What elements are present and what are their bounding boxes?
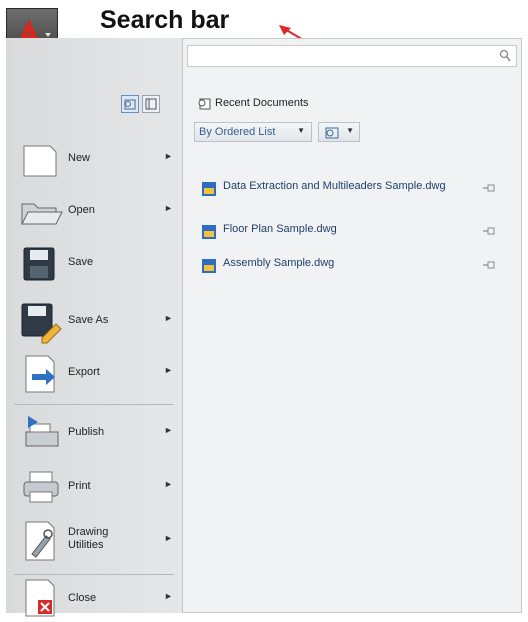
- menu-item-label: Export: [68, 366, 100, 378]
- open-folder-icon: [21, 203, 63, 225]
- sort-order-label: By Ordered List: [199, 126, 276, 138]
- menu-item-label: Publish: [68, 426, 105, 438]
- menu-item-print[interactable]: Print ►: [20, 466, 175, 510]
- chevron-right-icon: ►: [164, 313, 173, 323]
- annotation-label: Search bar: [100, 6, 230, 34]
- magnifier-icon: [499, 49, 511, 62]
- menu-item-new[interactable]: New ►: [20, 138, 175, 182]
- chevron-right-icon: ►: [164, 203, 173, 213]
- save-disk-icon: [23, 247, 55, 281]
- pin-icon[interactable]: [482, 225, 496, 237]
- menu-item-open[interactable]: Open ►: [20, 190, 175, 234]
- menu-item-label: Save As: [68, 314, 109, 326]
- recent-documents-view-button[interactable]: [121, 95, 139, 113]
- menu-item-label: New: [68, 152, 91, 164]
- menu-item-label: Print: [68, 480, 91, 492]
- dwg-file-icon: [202, 259, 216, 273]
- recent-document-item[interactable]: Assembly Sample.dwg: [201, 257, 501, 273]
- chevron-right-icon: ►: [164, 365, 173, 375]
- menu-item-label: Open: [68, 204, 95, 216]
- document-name: Assembly Sample.dwg: [223, 257, 335, 269]
- document-name: Data Extraction and Multileaders Sample.…: [223, 180, 446, 192]
- export-icon: [25, 355, 55, 393]
- menu-separator: [14, 404, 174, 405]
- sort-order-dropdown[interactable]: By Ordered List ▼: [194, 122, 312, 142]
- dwg-file-icon: [202, 182, 216, 196]
- recent-document-item[interactable]: Data Extraction and Multileaders Sample.…: [201, 180, 501, 210]
- menu-item-label: Close: [68, 592, 97, 604]
- publish-icon: [25, 416, 59, 447]
- new-document-icon: [23, 145, 57, 177]
- chevron-right-icon: ►: [164, 151, 173, 161]
- menu-item-export[interactable]: Export ►: [20, 352, 175, 396]
- recent-documents-title: Recent Documents: [215, 97, 309, 109]
- recent-document-item[interactable]: Floor Plan Sample.dwg: [201, 223, 501, 239]
- view-toggle: [121, 95, 160, 113]
- menu-item-label: Drawing Utilities: [68, 526, 109, 551]
- display-options-icon: [325, 127, 339, 139]
- chevron-right-icon: ►: [164, 425, 173, 435]
- recent-documents-icon: [198, 98, 211, 110]
- chevron-right-icon: ►: [164, 533, 173, 543]
- document-name: Floor Plan Sample.dwg: [223, 223, 337, 235]
- display-options-dropdown[interactable]: ▼: [318, 122, 360, 142]
- close-document-icon: [25, 579, 55, 617]
- chevron-right-icon: ►: [164, 591, 173, 601]
- menu-item-label: Save: [68, 256, 94, 268]
- menu-item-publish[interactable]: Publish ►: [20, 412, 175, 456]
- dwg-file-icon: [202, 225, 216, 239]
- recent-documents-icon: [124, 99, 136, 110]
- open-documents-icon: [145, 98, 157, 110]
- menu-item-close[interactable]: Close ►: [20, 578, 175, 622]
- menu-item-save[interactable]: Save: [20, 242, 175, 286]
- chevron-down-icon: ▼: [297, 126, 305, 135]
- chevron-right-icon: ►: [164, 479, 173, 489]
- menu-item-drawing-utilities[interactable]: Drawing Utilities ►: [20, 520, 175, 564]
- menu-separator: [14, 574, 174, 575]
- pin-icon[interactable]: [482, 259, 496, 271]
- save-as-icon: [21, 303, 62, 344]
- drawing-utilities-icon: [25, 521, 55, 561]
- pin-icon[interactable]: [482, 182, 496, 194]
- open-documents-view-button[interactable]: [142, 95, 160, 113]
- printer-icon: [23, 471, 59, 503]
- search-input[interactable]: [187, 45, 517, 67]
- menu-item-save-as[interactable]: Save As ►: [20, 300, 175, 344]
- chevron-down-icon: ▼: [346, 126, 354, 135]
